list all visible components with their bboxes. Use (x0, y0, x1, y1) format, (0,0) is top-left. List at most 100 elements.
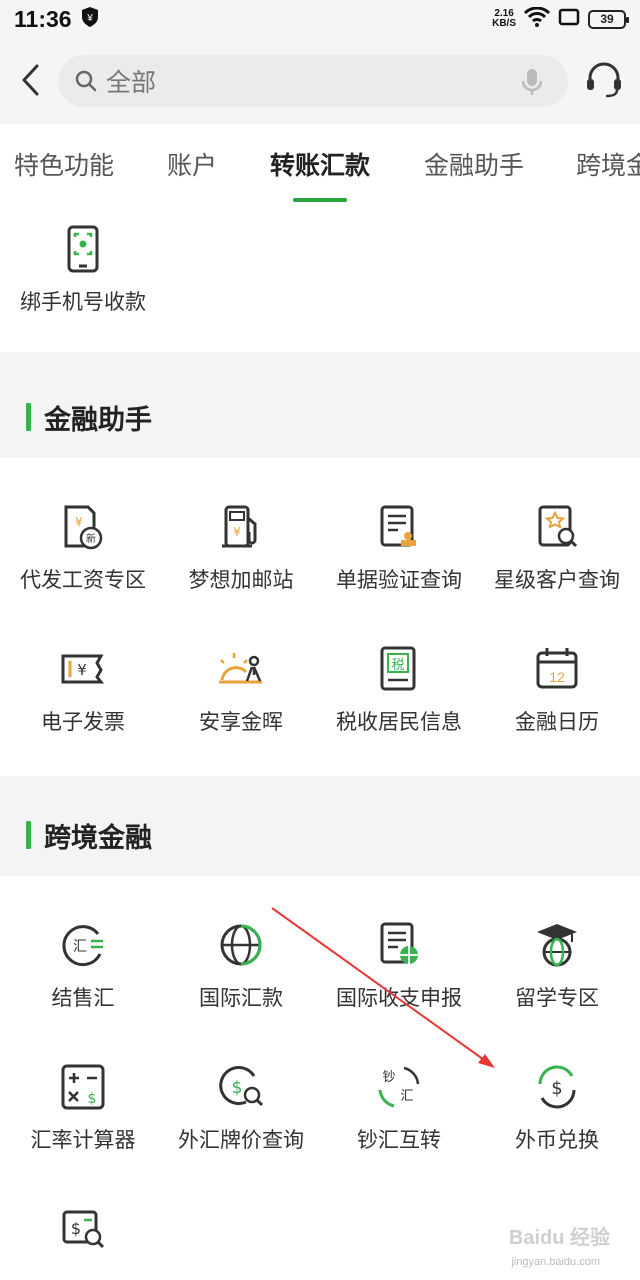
svg-text:$: $ (71, 1219, 81, 1238)
section-accent-bar (26, 821, 31, 849)
tab-features[interactable]: 特色功能 (14, 146, 114, 182)
invoice-icon: ¥ (58, 644, 108, 694)
section-accent-bar (26, 403, 31, 431)
watermark-logo: Baidu 经验 (508, 1227, 610, 1249)
exchange-settle-icon: 汇 (58, 920, 108, 970)
document-stamp-icon (374, 502, 424, 552)
document-globe-icon (374, 920, 424, 970)
search-icon (75, 70, 97, 92)
microphone-icon[interactable] (520, 67, 544, 101)
dollar-search-icon: $ (216, 1062, 266, 1112)
grid-item-label: 单据验证查询 (336, 568, 462, 592)
section-title: 金融助手 (44, 405, 152, 436)
grid-item-study-abroad[interactable]: 留学专区 (478, 920, 636, 1040)
grid-item-label: 安享金晖 (199, 710, 283, 734)
search-input[interactable]: 全部 (58, 55, 568, 107)
wifi-icon (523, 6, 551, 31)
tax-book-icon: 税 (374, 644, 424, 694)
grid-item-tax-resident[interactable]: 税 税收居民信息 (320, 644, 478, 764)
svg-text:¥: ¥ (233, 525, 241, 539)
grid-item-label: 钞汇互转 (357, 1128, 441, 1152)
sunset-elder-icon (216, 644, 266, 694)
grid-item-fx-rate-query[interactable]: $ 外汇牌价查询 (162, 1062, 320, 1182)
calendar-icon: 12 (532, 644, 582, 694)
svg-text:$: $ (88, 1091, 97, 1107)
svg-text:税: 税 (391, 658, 404, 673)
dollar-doc-search-icon: $ (58, 1204, 108, 1254)
grid-item-label: 汇率计算器 (30, 1128, 136, 1152)
svg-text:新: 新 (86, 532, 96, 545)
grid-item-label: 结售汇 (51, 986, 115, 1010)
grid-item-label: 外汇牌价查询 (178, 1128, 304, 1152)
watermark-url: jingyan.baidu.com (511, 1256, 600, 1268)
grid-item-label: 国际汇款 (199, 986, 283, 1010)
grid-item-label: 代发工资专区 (20, 568, 146, 592)
transfer-block: 绑手机号收款 (0, 206, 640, 352)
grid-item-label: 外币兑换 (515, 1128, 599, 1152)
grid-item-finance-calendar[interactable]: 12 金融日历 (478, 644, 636, 764)
grid-item-bop-report[interactable]: 国际收支申报 (320, 920, 478, 1040)
svg-text:汇: 汇 (73, 939, 87, 955)
grid-item-partial[interactable]: $ (4, 1204, 162, 1280)
cross-border-grid: 汇 结售汇 国际汇款 国际收支申报 留学专区 $ 汇率计算器 $ 外汇牌价查询 … (0, 876, 640, 1280)
svg-text:¥: ¥ (75, 515, 83, 529)
status-time: 11:36 (14, 5, 72, 32)
category-tabs: 特色功能 账户 转账汇款 金融助手 跨境金 (0, 124, 640, 206)
calculator-icon: $ (58, 1062, 108, 1112)
grid-item-label: 留学专区 (515, 986, 599, 1010)
grid-item-rate-calculator[interactable]: $ 汇率计算器 (4, 1062, 162, 1182)
payroll-icon: ¥ 新 (58, 502, 108, 552)
svg-text:$: $ (232, 1078, 243, 1098)
grid-item-payroll[interactable]: ¥ 新 代发工资专区 (4, 502, 162, 622)
tab-transfer[interactable]: 转账汇款 (270, 146, 370, 182)
svg-text:$: $ (551, 1078, 562, 1099)
currency-exchange-icon: $ (532, 1062, 582, 1112)
svg-text:12: 12 (549, 669, 565, 685)
grid-item-label: 绑手机号收款 (20, 290, 146, 314)
screen-icon (558, 8, 580, 30)
tab-cross-border[interactable]: 跨境金 (576, 146, 640, 182)
shield-icon: ¥ (80, 6, 100, 32)
status-indicators: 2.16 KB/S 39 (492, 6, 629, 31)
grid-item-star-customer[interactable]: 星级客户查询 (478, 502, 636, 622)
graduation-globe-icon (532, 920, 582, 970)
chevron-left-icon (22, 64, 39, 96)
search-placeholder: 全部 (106, 68, 157, 97)
grid-item-label: 电子发票 (41, 710, 125, 734)
tab-account[interactable]: 账户 (167, 146, 217, 182)
grid-item-label: 国际收支申报 (336, 986, 462, 1010)
grid-item-cash-exchange[interactable]: 钞汇 钞汇互转 (320, 1062, 478, 1182)
finance-grid: ¥ 新 代发工资专区 ¥ 梦想加邮站 单据验证查询 星级客户查询 ¥ 电子发票 … (0, 458, 640, 776)
tab-finance-assistant[interactable]: 金融助手 (424, 146, 524, 182)
section-header-cross-border: 跨境金融 (0, 776, 640, 876)
grid-item-label: 税收居民信息 (336, 710, 462, 734)
status-bar: 11:36 ¥ 2.16 KB/S 39 (0, 0, 640, 38)
net-speed: 2.16 KB/S (492, 8, 516, 29)
grid-item-document-verify[interactable]: 单据验证查询 (320, 502, 478, 622)
section-header-finance: 金融助手 (0, 376, 640, 458)
svg-text:汇: 汇 (400, 1089, 413, 1104)
grid-item-label: 星级客户查询 (494, 568, 620, 592)
svg-text:¥: ¥ (86, 13, 93, 24)
grid-item-intl-remittance[interactable]: 国际汇款 (162, 920, 320, 1040)
globe-icon (216, 920, 266, 970)
section-title: 跨境金融 (44, 823, 152, 854)
cash-exchange-icon: 钞汇 (374, 1062, 424, 1112)
grid-item-fuel-station[interactable]: ¥ 梦想加邮站 (162, 502, 320, 622)
screen: 11:36 ¥ 2.16 KB/S 39 全部 特色功能 账户 转账汇款 金融助… (0, 0, 640, 1280)
grid-item-e-invoice[interactable]: ¥ 电子发票 (4, 644, 162, 764)
customer-service-icon[interactable] (584, 60, 624, 104)
grid-item-anxiang[interactable]: 安享金晖 (162, 644, 320, 764)
svg-text:钞: 钞 (382, 1070, 395, 1085)
star-search-icon (532, 502, 582, 552)
back-button[interactable] (14, 60, 48, 100)
grid-item-currency-exchange[interactable]: $ 外币兑换 (478, 1062, 636, 1182)
grid-item-label: 梦想加邮站 (188, 568, 294, 592)
svg-text:¥: ¥ (77, 661, 87, 679)
fuel-station-icon: ¥ (216, 502, 266, 552)
grid-item-settlement[interactable]: 汇 结售汇 (4, 920, 162, 1040)
battery-indicator: 39 (588, 9, 629, 29)
active-tab-indicator (293, 198, 347, 202)
grid-item-bind-phone[interactable]: 绑手机号收款 (4, 224, 162, 344)
grid-item-label: 金融日历 (515, 710, 599, 734)
